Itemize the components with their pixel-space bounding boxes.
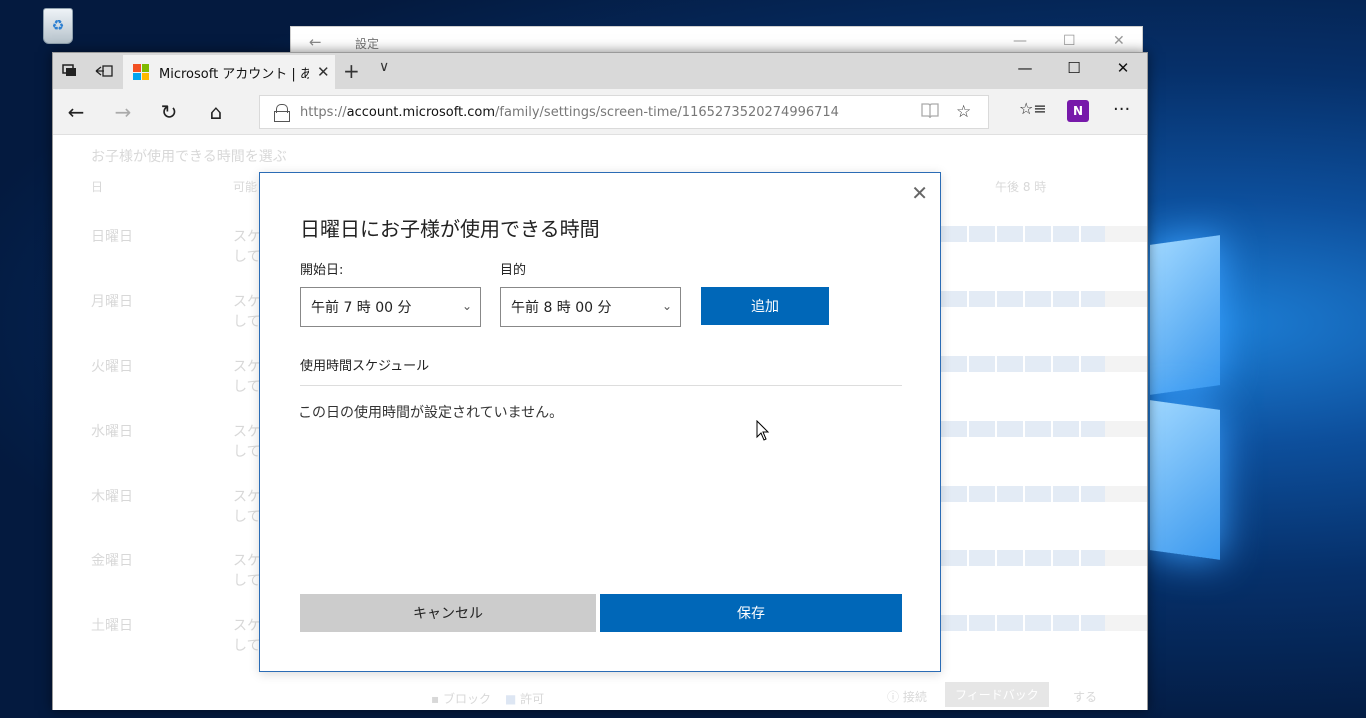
back-arrow-icon[interactable]: ← [309, 33, 322, 51]
minimize-icon[interactable]: — [1013, 33, 1027, 49]
row-text: して [233, 509, 261, 525]
row-text: スケ [233, 489, 261, 505]
navigation-bar: ← → ↻ ⌂ https://account.microsoft.com/fa… [53, 89, 1147, 135]
row-text: して [233, 379, 261, 395]
day-label: 金曜日 [91, 553, 133, 569]
url-text[interactable]: https://account.microsoft.com/family/set… [300, 105, 839, 120]
legend-allow: ■ 許可 [505, 692, 545, 706]
mouse-cursor-icon [756, 420, 770, 441]
time-bar[interactable] [941, 486, 1105, 502]
favorite-star-icon[interactable]: ☆ [956, 102, 971, 122]
row-text: して [233, 444, 261, 460]
screen-time-dialog: ✕ 日曜日にお子様が使用できる時間 開始日: 目的 午前 7 時 00 分 ⌄ … [259, 172, 941, 672]
start-time-value: 午前 7 時 00 分 [311, 300, 412, 316]
row-text: スケ [233, 359, 261, 375]
close-icon[interactable]: ✕ [911, 181, 928, 205]
refresh-icon[interactable]: ↻ [154, 99, 184, 125]
time-bar[interactable] [941, 615, 1105, 631]
tab-title: Microsoft アカウント | あな [159, 66, 309, 82]
maximize-icon[interactable]: ☐ [1059, 59, 1089, 77]
row-text: して [233, 638, 261, 654]
tab-close-icon[interactable]: ✕ [317, 63, 330, 81]
cancel-button[interactable]: キャンセル [300, 594, 596, 632]
home-icon[interactable]: ⌂ [201, 99, 231, 125]
day-label: 水曜日 [91, 424, 133, 440]
time-bar[interactable] [941, 550, 1105, 566]
day-label: 月曜日 [91, 294, 133, 310]
settings-window-title: 設定 [355, 37, 380, 51]
tab-bar: Microsoft アカウント | あな ✕ + ∨ — ☐ ✕ [53, 53, 1147, 89]
save-button[interactable]: 保存 [600, 594, 902, 632]
day-label: 木曜日 [91, 489, 133, 505]
column-header-allowed: 可能 [233, 180, 258, 194]
day-label: 土曜日 [91, 618, 133, 634]
end-time-select[interactable]: 午前 8 時 00 分 ⌄ [500, 287, 681, 327]
microsoft-logo-icon [133, 64, 149, 80]
row-text: スケ [233, 553, 261, 569]
empty-schedule-message: この日の使用時間が設定されていません。 [298, 405, 564, 421]
favorites-hub-icon[interactable]: ☆≡ [1019, 99, 1047, 118]
legend-block: ▪ ブロック [431, 692, 491, 706]
chevron-down-icon: ⌄ [461, 299, 472, 313]
feedback-button[interactable]: フィードバック [945, 682, 1049, 707]
time-bar[interactable] [941, 356, 1105, 372]
row-text: して [233, 314, 261, 330]
chevron-down-icon: ⌄ [661, 299, 672, 313]
row-text: して [233, 249, 261, 265]
schedule-label: 使用時間スケジュール [300, 359, 430, 374]
dialog-title: 日曜日にお子様が使用できる時間 [300, 217, 600, 241]
onenote-icon[interactable]: N [1067, 100, 1089, 122]
new-tab-icon[interactable]: + [343, 59, 360, 83]
row-text: スケ [233, 424, 261, 440]
page-heading: お子様が使用できる時間を選ぶ [91, 149, 287, 165]
end-time-value: 午前 8 時 00 分 [511, 300, 612, 316]
close-icon[interactable]: ✕ [1108, 59, 1138, 77]
address-bar[interactable]: https://account.microsoft.com/family/set… [259, 95, 989, 129]
start-time-label: 開始日: [300, 263, 344, 278]
row-text: スケ [233, 294, 261, 310]
time-bar[interactable] [941, 291, 1105, 307]
set-aside-tabs-icon[interactable] [59, 61, 81, 81]
column-header-time: 午後 8 時 [995, 180, 1047, 194]
windows-logo [1140, 200, 1366, 600]
time-bar[interactable] [941, 226, 1105, 242]
reading-view-icon[interactable] [920, 102, 940, 125]
back-arrow-icon[interactable]: ← [61, 99, 91, 125]
minimize-icon[interactable]: — [1010, 59, 1040, 77]
tab-microsoft-account[interactable]: Microsoft アカウント | あな ✕ [123, 55, 335, 89]
end-time-label: 目的 [500, 263, 527, 278]
add-button[interactable]: 追加 [701, 287, 829, 325]
row-text: して [233, 573, 261, 589]
row-text: スケ [233, 618, 261, 634]
row-text: スケ [233, 229, 261, 245]
start-time-select[interactable]: 午前 7 時 00 分 ⌄ [300, 287, 481, 327]
column-header-day: 日 [91, 180, 104, 194]
divider [300, 385, 902, 386]
maximize-icon[interactable]: ☐ [1063, 33, 1076, 49]
more-options-icon[interactable]: ··· [1113, 99, 1130, 120]
lock-icon [274, 104, 290, 122]
forward-arrow-icon[interactable]: → [108, 99, 138, 125]
day-label: 火曜日 [91, 359, 133, 375]
close-icon[interactable]: ✕ [1113, 33, 1125, 49]
time-bar[interactable] [941, 421, 1105, 437]
tab-list-chevron-icon[interactable]: ∨ [379, 59, 389, 75]
footer-right-text: する [1073, 690, 1098, 704]
recycle-bin-icon[interactable]: ♻ [36, 4, 80, 48]
footer-left-text: ⓘ 接続 [887, 690, 927, 704]
tabs-aside-icon[interactable] [93, 61, 115, 81]
day-label: 日曜日 [91, 229, 133, 245]
